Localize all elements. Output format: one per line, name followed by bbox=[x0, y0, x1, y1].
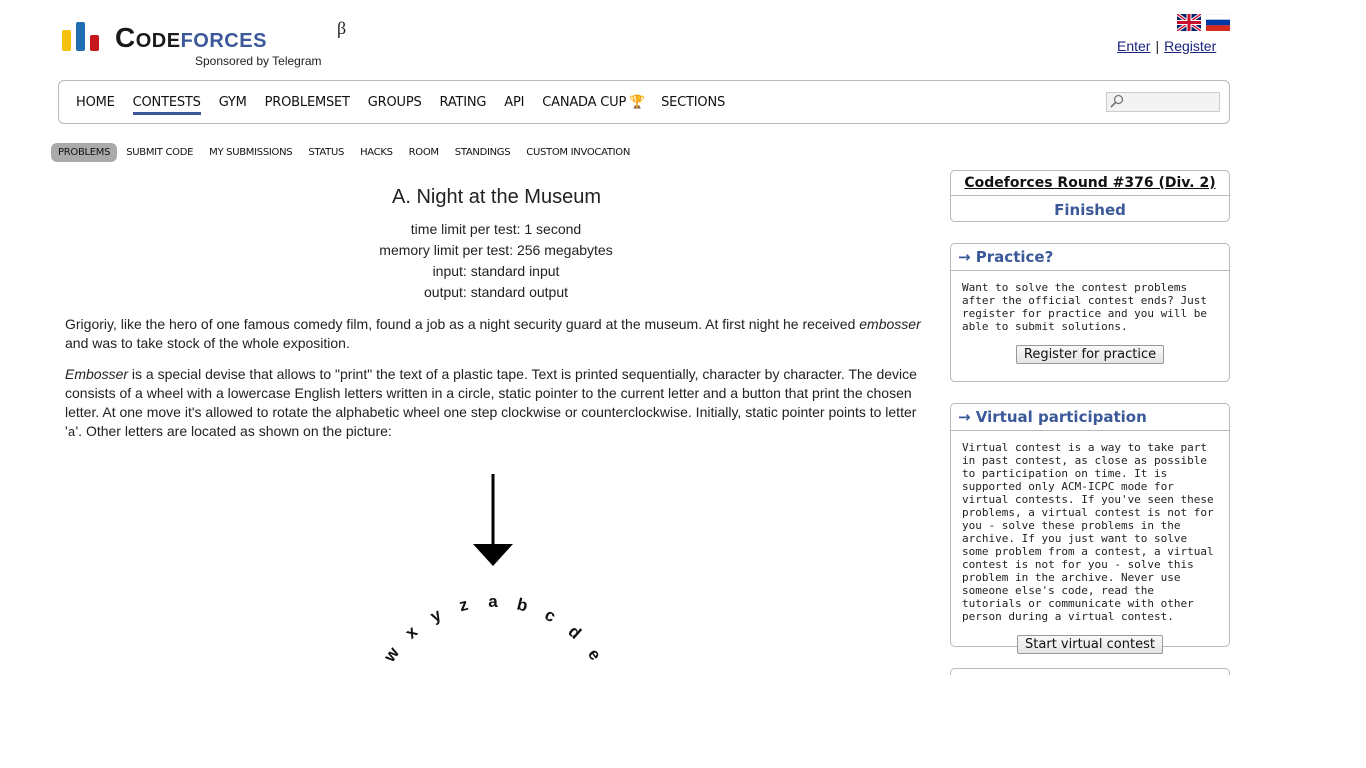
submenu-standings[interactable]: STANDINGS bbox=[448, 143, 518, 162]
menu-item-api[interactable]: API bbox=[504, 95, 524, 115]
russian-flag-icon[interactable] bbox=[1206, 14, 1230, 31]
alphabet-wheel-image: wxy z a b cde bbox=[379, 474, 605, 666]
virtual-participation-box: → Virtual participation Virtual contest … bbox=[950, 403, 1230, 654]
contest-name-link[interactable]: Codeforces Round #376 (Div. 2) bbox=[951, 175, 1229, 191]
register-for-practice-button[interactable]: Register for practice bbox=[1015, 345, 1165, 364]
menu-item-sections[interactable]: SECTIONS bbox=[661, 95, 725, 115]
wheel-letter: w bbox=[379, 643, 403, 666]
menu-item-rating[interactable]: RATING bbox=[440, 95, 487, 115]
logo-wordmark: Codeforces bbox=[115, 22, 267, 53]
enter-link[interactable]: Enter bbox=[1117, 38, 1150, 54]
submenu-my-submissions[interactable]: MY SUBMISSIONS bbox=[202, 143, 299, 162]
menu-item-contests[interactable]: CONTESTS bbox=[132, 95, 201, 115]
virtual-text: Virtual contest is a way to take part in… bbox=[962, 441, 1214, 623]
submenu-status[interactable]: STATUS bbox=[301, 143, 351, 162]
wheel-letter: d bbox=[564, 622, 584, 643]
problem-statement: A. Night at the Museum time limit per te… bbox=[65, 186, 927, 442]
time-limit: time limit per test: 1 second bbox=[410, 221, 582, 237]
english-flag-icon[interactable] bbox=[1177, 14, 1201, 31]
search-icon bbox=[1110, 94, 1124, 108]
contest-divider bbox=[951, 195, 1229, 196]
menu-item-home[interactable]: HOME bbox=[76, 95, 115, 115]
practice-text: Want to solve the contest problems after… bbox=[962, 281, 1208, 333]
auth-separator: | bbox=[1155, 38, 1160, 54]
legend-paragraph-2: Embosser is a special devise that allows… bbox=[65, 366, 917, 440]
beta-mark: β bbox=[337, 18, 347, 38]
memory-limit: memory limit per test: 256 megabytes bbox=[379, 242, 613, 258]
contest-submenu: PROBLEMS SUBMIT CODE MY SUBMISSIONS STAT… bbox=[51, 143, 639, 162]
submenu-hacks[interactable]: HACKS bbox=[353, 143, 400, 162]
menu-item-problemset[interactable]: PROBLEMSET bbox=[265, 95, 350, 115]
wheel-letter: x bbox=[402, 622, 422, 643]
submenu-custom-invocation[interactable]: CUSTOM INVOCATION bbox=[519, 143, 637, 162]
menu-item-canada-cup[interactable]: CANADA CUP 🏆 bbox=[542, 95, 645, 115]
main-menu: HOME CONTESTS GYM PROBLEMSET GROUPS RATI… bbox=[58, 80, 1230, 124]
auth-links: Enter | Register bbox=[1117, 38, 1216, 54]
menu-item-gym[interactable]: GYM bbox=[219, 95, 247, 115]
output-spec: output: standard output bbox=[424, 284, 568, 300]
codeforces-logo[interactable]: Codeforces β Sponsored by Telegram bbox=[62, 18, 362, 72]
start-virtual-contest-button[interactable]: Start virtual contest bbox=[1017, 635, 1163, 654]
wheel-letter: e bbox=[584, 645, 605, 664]
virtual-title: → Virtual participation bbox=[951, 404, 1229, 431]
contest-status: Finished bbox=[1054, 201, 1126, 219]
wheel-letter: c bbox=[542, 605, 559, 626]
submenu-submit-code[interactable]: SUBMIT CODE bbox=[119, 143, 200, 162]
legend-paragraph-1: Grigoriy, like the hero of one famous co… bbox=[65, 316, 921, 351]
submenu-room[interactable]: ROOM bbox=[402, 143, 446, 162]
language-switcher bbox=[1177, 14, 1230, 31]
problem-title: A. Night at the Museum bbox=[392, 186, 601, 208]
sponsor-text: Sponsored by Telegram bbox=[195, 54, 322, 68]
practice-title: → Practice? bbox=[951, 244, 1229, 271]
search-input[interactable] bbox=[1106, 92, 1220, 112]
wheel-letter: z bbox=[457, 595, 470, 615]
practice-box: → Practice? Want to solve the contest pr… bbox=[950, 243, 1230, 382]
pointer-arrow-head bbox=[473, 544, 513, 566]
register-link[interactable]: Register bbox=[1164, 38, 1216, 54]
submenu-problems[interactable]: PROBLEMS bbox=[51, 143, 118, 162]
contest-info-box: Codeforces Round #376 (Div. 2) Finished bbox=[950, 170, 1230, 222]
input-spec: input: standard input bbox=[432, 263, 560, 279]
wheel-letter: b bbox=[515, 595, 530, 616]
canada-cup-label: CANADA CUP bbox=[542, 95, 627, 110]
wheel-letter: y bbox=[427, 605, 445, 626]
wheel-letter: a bbox=[488, 592, 498, 611]
menu-item-groups[interactable]: GROUPS bbox=[368, 95, 422, 115]
trophy-icon: 🏆 bbox=[629, 95, 646, 110]
